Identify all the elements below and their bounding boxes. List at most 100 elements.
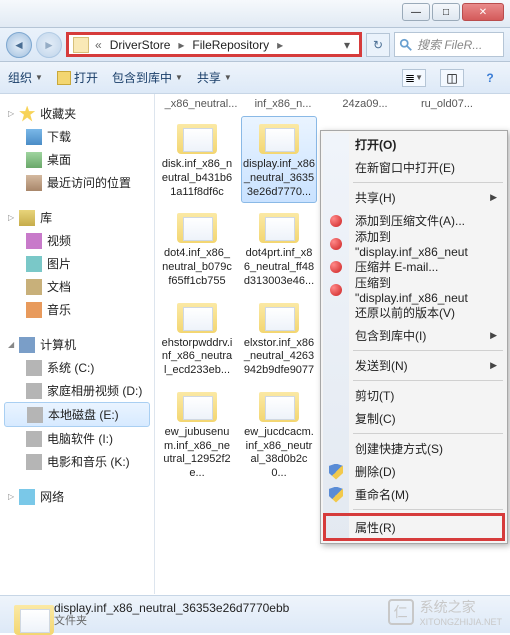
folder-icon [173,209,221,247]
folder-item-selected[interactable]: display.inf_x86_neutral_36353e26d7770... [241,116,317,203]
pictures-icon [26,256,42,272]
status-bar: display.inf_x86_neutral_36353e26d7770ebb… [0,595,510,633]
ctx-copy[interactable]: 复制(C) [323,407,505,430]
folder-item[interactable]: disk.inf_x86_neutral_b431b61a11f8df6c [159,116,235,203]
ctx-rename[interactable]: 重命名(M) [323,483,505,506]
ctx-add-to[interactable]: 添加到 "display.inf_x86_neut [323,232,505,255]
status-filename: display.inf_x86_neutral_36353e26d7770ebb [54,601,289,615]
music-icon [26,302,42,318]
folder-item[interactable]: dot4.inf_x86_neutral_b079cf65ff1cb755 [159,205,235,292]
shield-icon [328,464,344,480]
winrar-icon [328,282,344,298]
folder-item[interactable]: ehstorpwddrv.inf_x86_neutral_ecd233eb... [159,295,235,382]
address-dropdown[interactable]: ▾ [339,38,355,52]
sidebar-disk-k[interactable]: 电影和音乐 (K:) [4,450,150,473]
libraries-icon [19,210,35,226]
include-menu[interactable]: 包含到库中▼ [112,69,183,86]
folder-icon [255,120,303,158]
search-box[interactable]: 搜索 FileR... [394,32,504,57]
desktop-icon [26,152,42,168]
minimize-button[interactable]: — [402,3,430,21]
refresh-button[interactable]: ↻ [366,33,390,57]
shield-icon [328,487,344,503]
sidebar-disk-e[interactable]: 本地磁盘 (E:) [4,402,150,427]
sidebar-recent[interactable]: 最近访问的位置 [4,171,150,194]
videos-icon [26,233,42,249]
winrar-icon [328,259,344,275]
folder-item[interactable]: dot4prt.inf_x86_neutral_ff48d313003e46..… [241,205,317,292]
close-button[interactable]: ✕ [462,3,504,21]
sidebar-music[interactable]: 音乐 [4,298,150,321]
watermark-logo-icon: 仁 [388,599,414,625]
open-button[interactable]: 打开 [57,69,98,86]
sidebar-pictures[interactable]: 图片 [4,252,150,275]
ctx-restore-versions[interactable]: 还原以前的版本(V) [323,301,505,324]
open-icon [57,71,71,85]
ctx-open[interactable]: 打开(O) [323,133,505,156]
share-menu[interactable]: 共享▼ [197,69,232,86]
breadcrumb-sep: ▸ [275,38,285,52]
titlebar: — □ ✕ [0,0,510,28]
network-icon [19,489,35,505]
maximize-button[interactable]: □ [432,3,460,21]
status-type: 文件夹 [54,615,289,628]
folder-icon [255,388,303,426]
ctx-delete[interactable]: 删除(D) [323,460,505,483]
disk-icon [27,407,43,423]
ctx-open-new-window[interactable]: 在新窗口中打开(E) [323,156,505,179]
sidebar-videos[interactable]: 视频 [4,229,150,252]
address-row: ◄ ► « DriverStore ▸ FileRepository ▸ ▾ ↻… [0,28,510,62]
view-options-button[interactable]: ≣▼ [402,69,426,87]
ctx-cut[interactable]: 剪切(T) [323,384,505,407]
folder-icon [173,120,221,158]
search-placeholder: 搜索 FileR... [417,36,482,53]
search-icon [399,38,413,52]
sidebar-disk-d[interactable]: 家庭相册视频 (D:) [4,379,150,402]
sidebar-network[interactable]: ▷网络 [4,485,150,508]
sidebar-computer[interactable]: ◢计算机 [4,333,150,356]
winrar-icon [328,213,344,229]
folder-icon [10,601,44,629]
breadcrumb-driverstore[interactable]: DriverStore [108,38,173,52]
help-button[interactable]: ? [478,69,502,87]
sidebar-downloads[interactable]: 下载 [4,125,150,148]
ctx-properties[interactable]: 属性(R) [323,513,505,541]
sidebar-documents[interactable]: 文档 [4,275,150,298]
breadcrumb-sep: « [93,38,104,52]
navigation-pane: ▷收藏夹 下载 桌面 最近访问的位置 ▷库 视频 图片 文档 音乐 ◢计算机 系… [0,94,155,594]
folder-item[interactable]: ew_jucdcacm.inf_x86_neutral_38d0b2c0... [241,384,317,485]
folder-icon [255,299,303,337]
ctx-share[interactable]: 共享(H)▶ [323,186,505,209]
documents-icon [26,279,42,295]
preview-pane-button[interactable]: ◫ [440,69,464,87]
breadcrumb-filerepository[interactable]: FileRepository [190,38,271,52]
breadcrumb-sep: ▸ [176,38,186,52]
organize-menu[interactable]: 组织▼ [8,69,43,86]
sidebar-desktop[interactable]: 桌面 [4,148,150,171]
ctx-send-to[interactable]: 发送到(N)▶ [323,354,505,377]
ctx-create-shortcut[interactable]: 创建快捷方式(S) [323,437,505,460]
forward-button[interactable]: ► [36,32,62,58]
folder-icon [173,388,221,426]
ctx-zip-to[interactable]: 压缩到 "display.inf_x86_neut [323,278,505,301]
folder-icon [73,37,89,53]
sidebar-libraries[interactable]: ▷库 [4,206,150,229]
ctx-include-library[interactable]: 包含到库中(I)▶ [323,324,505,347]
computer-icon [19,337,35,353]
recent-icon [26,175,42,191]
back-button[interactable]: ◄ [6,32,32,58]
folder-icon [173,299,221,337]
folder-item[interactable]: ew_jubusenum.inf_x86_neutral_12952f2e... [159,384,235,485]
disk-icon [26,454,42,470]
partial-row: _x86_neutral... inf_x86_n... 24za09... r… [159,98,510,116]
disk-icon [26,431,42,447]
folder-item[interactable]: elxstor.inf_x86_neutral_4263942b9dfe9077 [241,295,317,382]
downloads-icon [26,129,42,145]
sidebar-favorites[interactable]: ▷收藏夹 [4,102,150,125]
context-menu: 打开(O) 在新窗口中打开(E) 共享(H)▶ 添加到压缩文件(A)... 添加… [320,130,508,544]
sidebar-disk-i[interactable]: 电脑软件 (I:) [4,427,150,450]
sidebar-disk-c[interactable]: 系统 (C:) [4,356,150,379]
disk-icon [26,383,42,399]
address-bar[interactable]: « DriverStore ▸ FileRepository ▸ ▾ [66,32,362,57]
toolbar: 组织▼ 打开 包含到库中▼ 共享▼ ≣▼ ◫ ? [0,62,510,94]
